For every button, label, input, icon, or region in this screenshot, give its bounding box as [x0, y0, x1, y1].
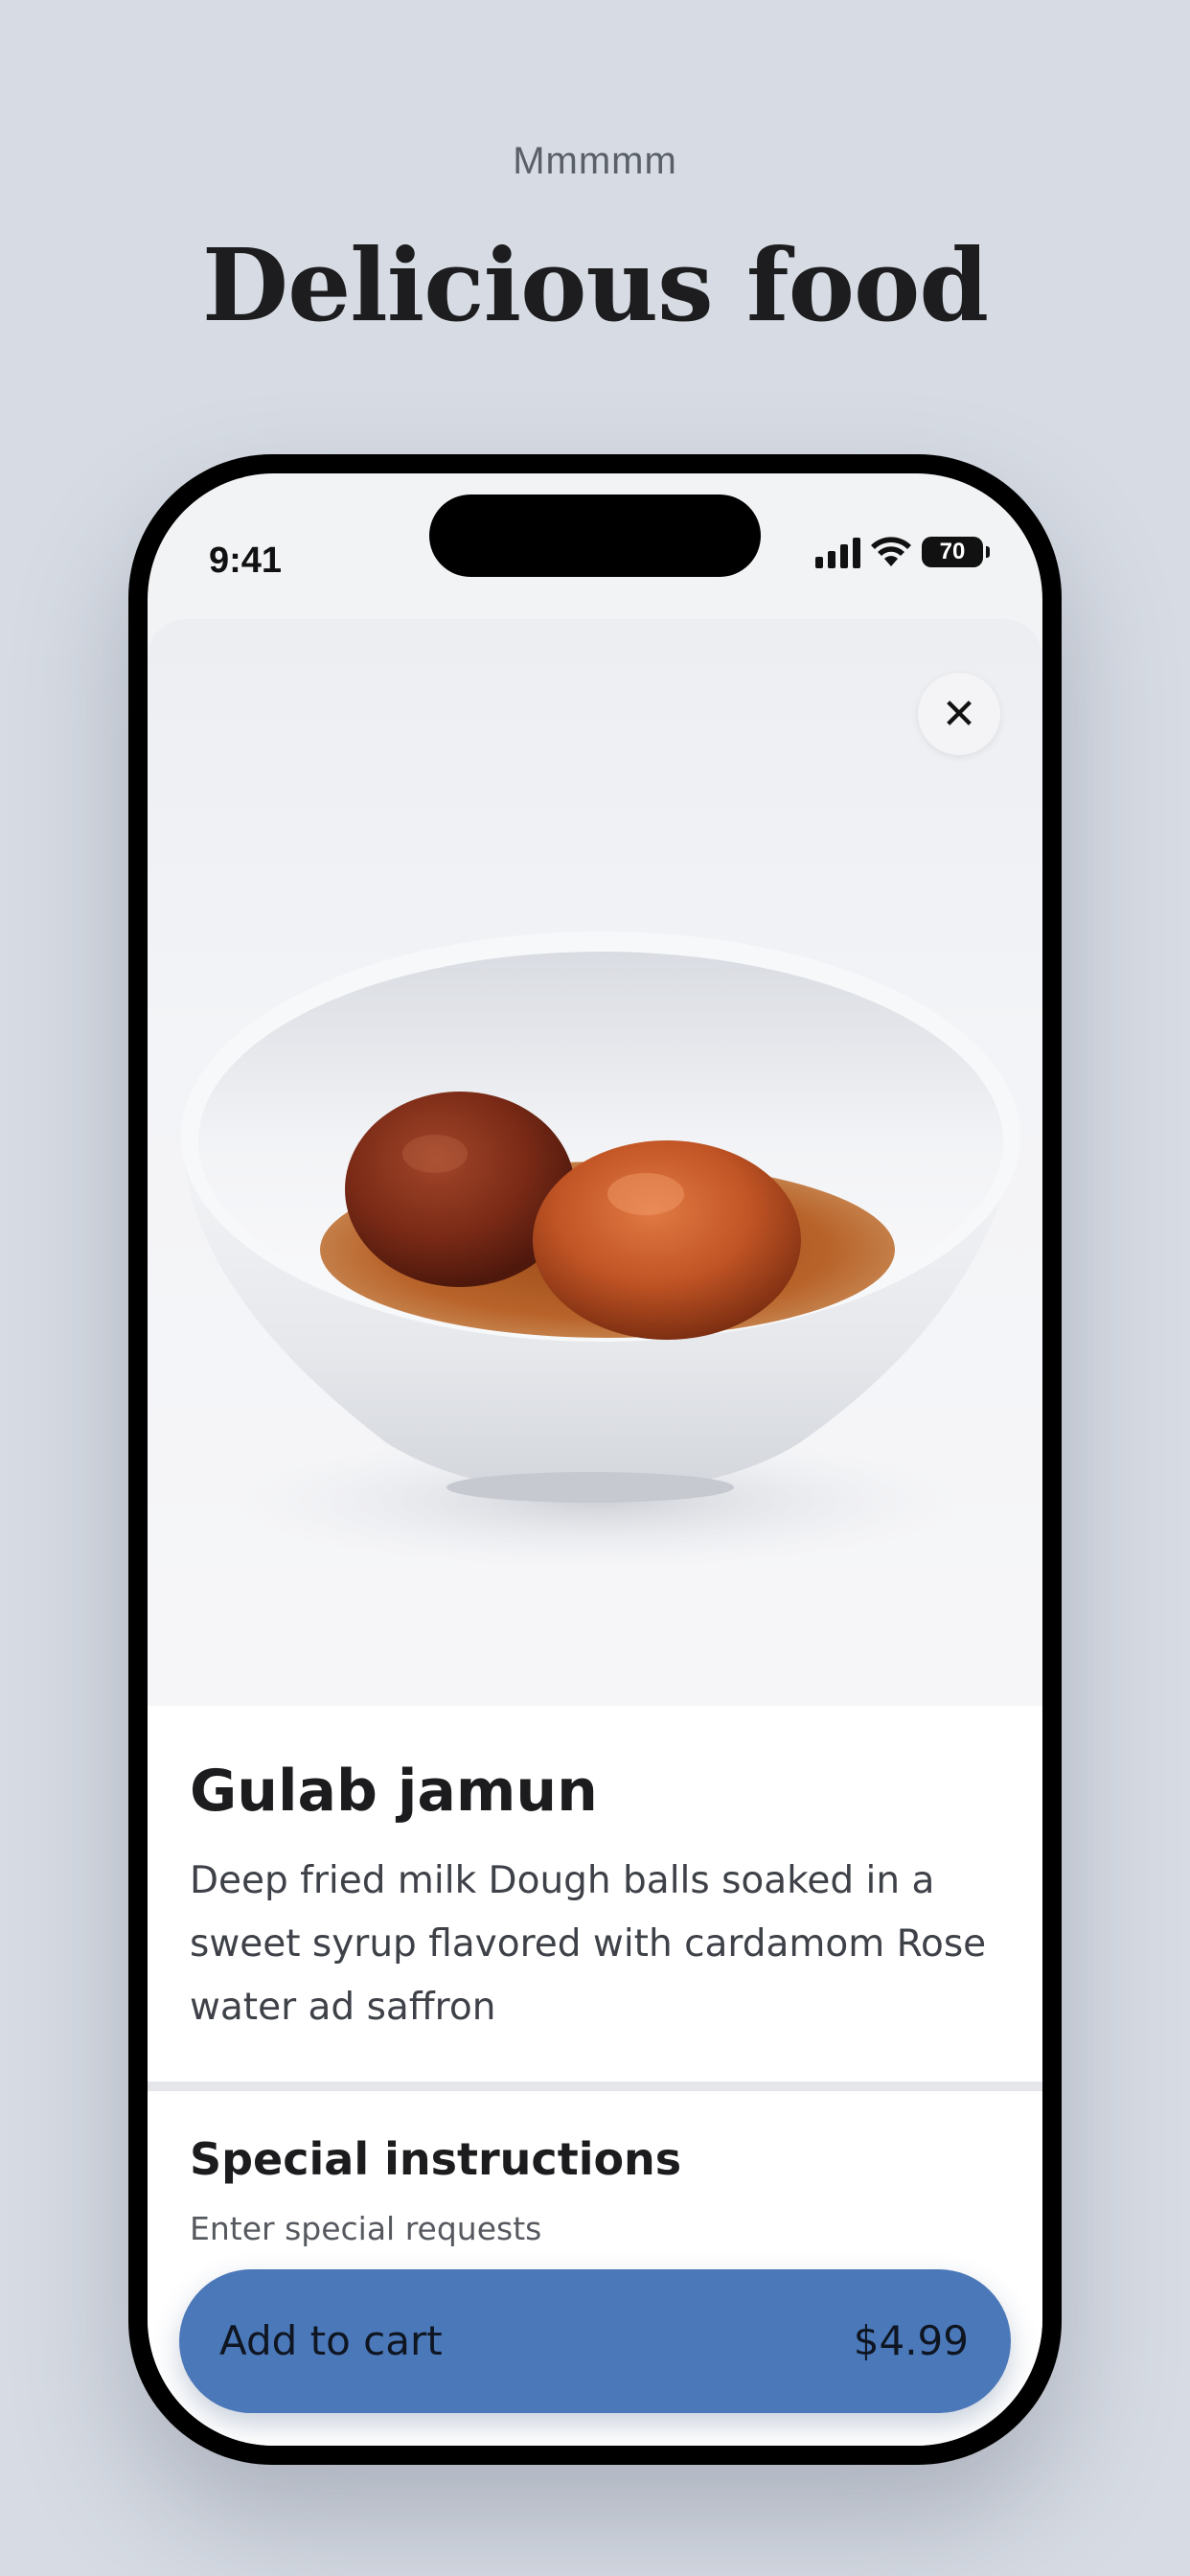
- product-sheet: ✕ Gulab jamun Deep fried milk Dough ball…: [148, 619, 1042, 2446]
- close-icon[interactable]: ✕: [918, 673, 1000, 755]
- price-label: $4.99: [853, 2317, 969, 2364]
- phone-screen: 9:41 70 ✕ Gulab jamun Deep fried milk Do…: [148, 473, 1042, 2446]
- product-description: Deep fried milk Dough balls soaked in a …: [190, 1859, 987, 2029]
- battery-icon: 70: [922, 537, 990, 567]
- status-time: 9:41: [209, 540, 283, 581]
- status-icons: 70: [815, 531, 990, 573]
- special-instructions-title: Special instructions: [190, 2133, 682, 2185]
- section-divider: [148, 2082, 1042, 2091]
- product-name: Gulab jamun: [190, 1758, 598, 1825]
- phone-frame: 9:41 70 ✕ Gulab jamun Deep fried milk Do…: [128, 454, 1062, 2465]
- product-info: Gulab jamun Deep fried milk Dough balls …: [148, 1706, 1042, 2082]
- bowl-illustration: [181, 932, 1020, 1568]
- add-to-cart-button[interactable]: Add to cart $4.99: [179, 2269, 1011, 2413]
- page-title: Delicious food: [201, 226, 989, 344]
- header-eyebrow: Mmmmm: [513, 140, 677, 182]
- dynamic-island: [429, 494, 761, 577]
- gulab-jamun-bowl-image: ✕: [148, 619, 1042, 1706]
- cellular-signal-icon: [815, 536, 860, 568]
- add-to-cart-label: Add to cart: [219, 2317, 443, 2364]
- wifi-icon: [871, 537, 911, 566]
- special-requests-input[interactable]: [190, 2210, 860, 2247]
